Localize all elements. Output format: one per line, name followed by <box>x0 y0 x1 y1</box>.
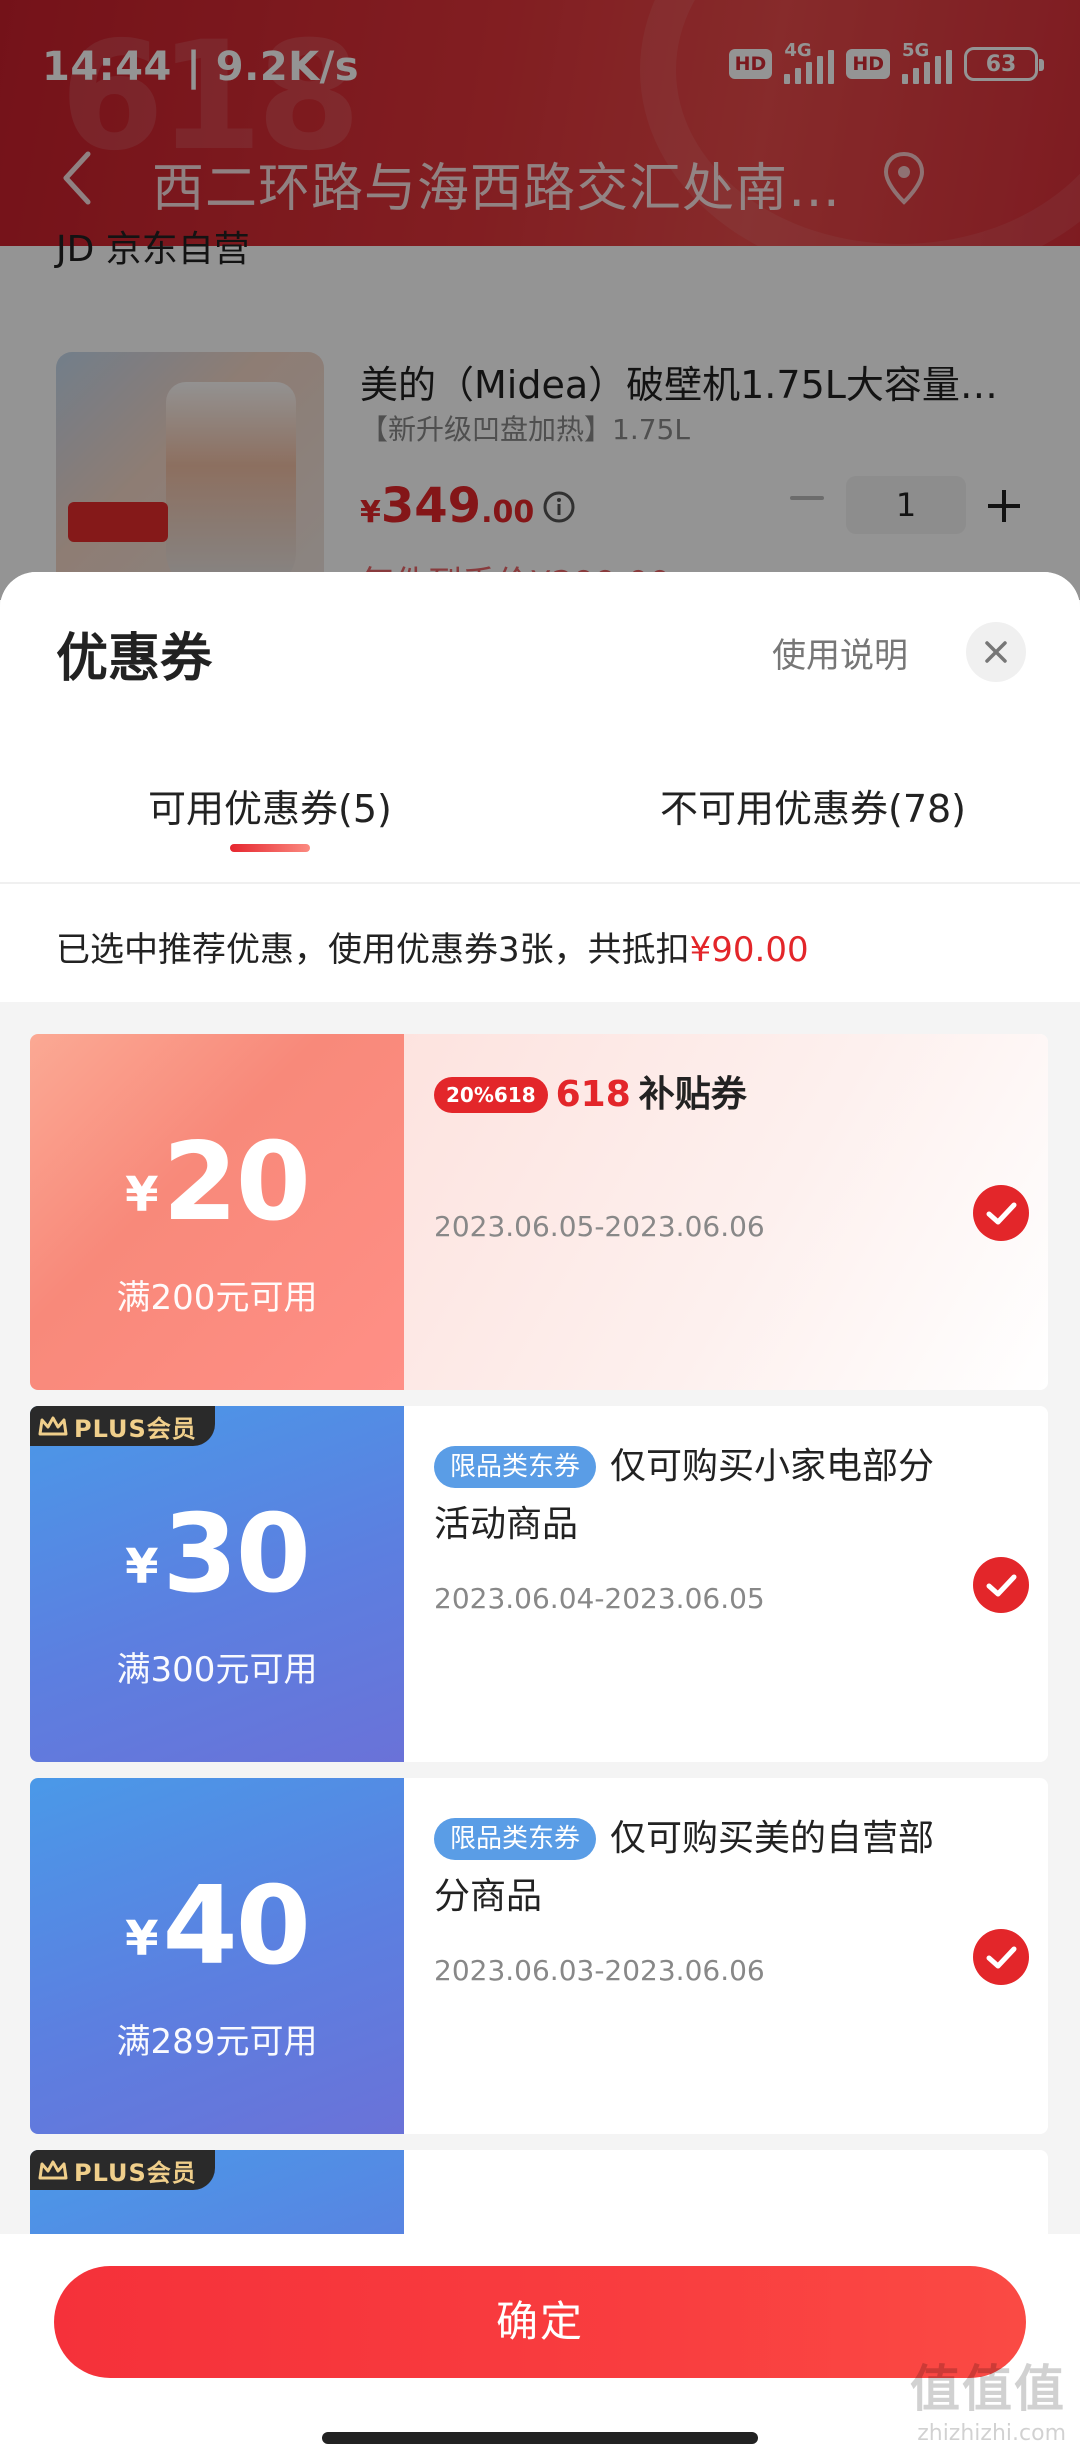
category-chip: 限品类东券 <box>434 1446 597 1488</box>
plus-member-badge: PLUS会员 <box>30 2150 215 2190</box>
618-badge: 20%618 618 <box>434 1066 631 1124</box>
confirm-button[interactable]: 确定 <box>54 2266 1026 2378</box>
coupon-amount: ¥40 <box>125 1864 311 1989</box>
coupon-value-panel: ¥40 满289元可用 <box>30 1778 404 2134</box>
home-indicator[interactable] <box>322 2432 758 2444</box>
category-chip: 限品类东券 <box>434 1818 597 1860</box>
coupon-value-panel: ¥30 满300元可用 <box>30 1406 404 1762</box>
coupon-detail-panel: 限品类东券 仅可购买小家电部分活动商品 2023.06.04-2023.06.05 <box>404 1406 1048 1762</box>
close-button[interactable] <box>966 622 1026 682</box>
active-tab-indicator <box>230 844 310 852</box>
coupon-card[interactable]: ¥20 满200元可用 20%618 618 补贴券 2023.06.05-202… <box>30 1034 1048 1390</box>
summary-amount: ¥90.00 <box>689 930 809 970</box>
tab-unavailable-coupons[interactable]: 不可用优惠券(78) <box>660 778 966 833</box>
coupon-title: 限品类东券 仅可购买美的自营部分商品 <box>434 1818 935 1917</box>
coupon-sheet: 优惠券 使用说明 可用优惠券(5) 不可用优惠券(78) 已选中推荐优惠，使用优… <box>0 572 1080 2460</box>
coupon-amount: ¥20 <box>125 1120 311 1245</box>
coupon-condition: 满200元可用 <box>116 1278 318 1318</box>
coupon-validity: 2023.06.05-2023.06.06 <box>434 1210 765 1243</box>
usage-instructions-link[interactable]: 使用说明 <box>772 628 908 677</box>
coupon-card[interactable]: ¥40 满289元可用 限品类东券 仅可购买美的自营部分商品 2023.06.03… <box>30 1778 1048 2134</box>
discount-summary: 已选中推荐优惠，使用优惠券3张，共抵扣¥90.00 <box>0 884 1080 1002</box>
coupon-amount: ¥30 <box>125 1492 311 1617</box>
checked-icon[interactable] <box>972 1184 1030 1242</box>
crown-icon <box>38 2160 68 2180</box>
checked-icon[interactable] <box>972 1928 1030 1986</box>
summary-text: 已选中推荐优惠，使用优惠券3张，共抵扣¥90.00 <box>56 930 809 970</box>
coupon-condition: 满300元可用 <box>116 1650 318 1690</box>
coupon-value-panel: ¥20 满200元可用 <box>30 1034 404 1390</box>
product-page-background: 618 14:44 | 9.2K/s HD 4G HD 5G 63 西二环路与海… <box>0 0 1080 600</box>
close-icon <box>985 641 1007 663</box>
coupon-sheet-header: 优惠券 使用说明 可用优惠券(5) 不可用优惠券(78) <box>0 572 1080 882</box>
coupon-detail-panel: 限品类东券 仅可购买美的自营部分商品 2023.06.03-2023.06.06 <box>404 1778 1048 2134</box>
coupon-condition: 满289元可用 <box>116 2022 318 2062</box>
tab-available-coupons[interactable]: 可用优惠券(5) <box>148 778 392 833</box>
modal-overlay[interactable] <box>0 0 1080 600</box>
coupon-title: 20%618 618 补贴券 <box>434 1066 954 1124</box>
coupon-validity: 2023.06.04-2023.06.05 <box>434 1582 765 1615</box>
plus-member-badge: PLUS会员 <box>30 1406 215 1446</box>
coupon-validity: 2023.06.03-2023.06.06 <box>434 1954 765 1987</box>
coupon-card[interactable]: PLUS会员 ¥30 满300元可用 限品类东券 仅可购买小家电部分活动商品 20… <box>30 1406 1048 1762</box>
crown-icon <box>38 1416 68 1436</box>
coupon-detail-panel: 20%618 618 补贴券 2023.06.05-2023.06.06 <box>404 1034 1048 1390</box>
sheet-title: 优惠券 <box>56 629 213 689</box>
coupon-title: 限品类东券 仅可购买小家电部分活动商品 <box>434 1446 935 1545</box>
watermark: 值值值 zhizhizhi.com <box>910 2360 1066 2446</box>
checked-icon[interactable] <box>972 1556 1030 1614</box>
